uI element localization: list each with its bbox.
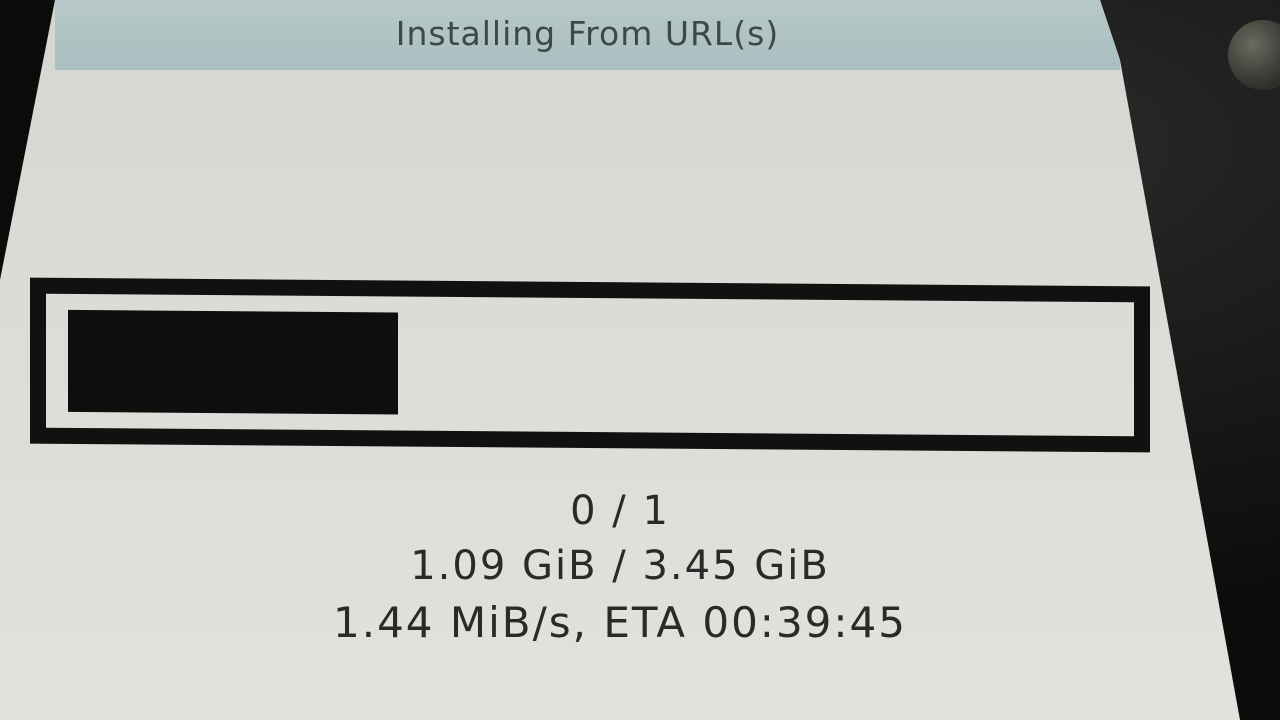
title-bar: Installing From URL(s) [55, 0, 1120, 70]
progress-fill [68, 309, 398, 415]
speed-eta-text: 1.44 MiB/s, ETA 00:39:45 [333, 598, 907, 647]
size-progress-text: 1.09 GiB / 3.45 GiB [410, 543, 830, 589]
device-screen: Installing From URL(s) 0 / 1 1.09 GiB / … [0, 0, 1240, 720]
progress-bar [30, 277, 1150, 453]
progress-track [68, 309, 1112, 420]
item-count-text: 0 / 1 [570, 488, 670, 534]
window-title: Installing From URL(s) [395, 13, 780, 53]
